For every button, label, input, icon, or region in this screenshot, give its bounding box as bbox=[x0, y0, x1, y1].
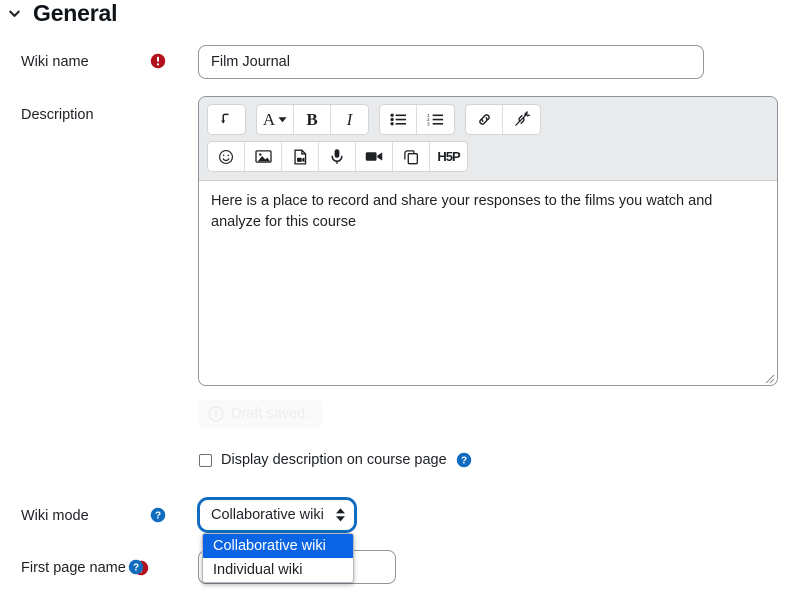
link-icon[interactable] bbox=[466, 105, 503, 134]
wiki-name-label: Wiki name bbox=[21, 54, 89, 70]
description-text: Here is a place to record and share your… bbox=[211, 193, 713, 230]
h5p-icon-label: H5P bbox=[437, 149, 460, 164]
svg-text:?: ? bbox=[133, 563, 139, 574]
resize-handle[interactable] bbox=[762, 370, 775, 384]
toolbar-row-2: H5P bbox=[207, 141, 769, 172]
info-circle-icon bbox=[208, 406, 224, 422]
toolbar-group-media: H5P bbox=[207, 141, 468, 172]
help-question-icon[interactable]: ? bbox=[150, 507, 166, 523]
chevron-down-icon[interactable] bbox=[6, 6, 22, 22]
toolbar-group-format: A B I bbox=[256, 104, 369, 135]
required-exclamation-icon bbox=[150, 53, 166, 69]
wiki-mode-focus-ring: Collaborative wiki bbox=[197, 497, 357, 533]
toolbar-group-expand bbox=[207, 104, 246, 135]
h5p-icon[interactable]: H5P bbox=[430, 142, 467, 171]
display-description-checkbox[interactable] bbox=[199, 453, 212, 467]
wiki-mode-selected-value: Collaborative wiki bbox=[211, 507, 324, 523]
wiki-mode-select[interactable]: Collaborative wiki bbox=[200, 500, 354, 530]
toolbar-group-link bbox=[465, 104, 541, 135]
wiki-settings-form: General Wiki name Description bbox=[0, 0, 788, 591]
text-style-icon[interactable]: A bbox=[257, 105, 294, 134]
svg-text:?: ? bbox=[155, 511, 161, 522]
media-file-icon[interactable] bbox=[282, 142, 319, 171]
general-section-header[interactable]: General bbox=[6, 2, 117, 25]
wiki-name-icons bbox=[150, 52, 198, 69]
wiki-mode-select-wrapper: Collaborative wiki Collaborative wiki In… bbox=[197, 497, 357, 583]
help-question-icon[interactable]: ? bbox=[128, 559, 144, 575]
page-title: General bbox=[33, 0, 118, 26]
svg-text:3: 3 bbox=[427, 122, 430, 127]
toolbar-row-1: A B I 1 2 3 bbox=[207, 104, 769, 135]
expand-toolbar-icon[interactable] bbox=[208, 105, 245, 134]
emoji-icon[interactable] bbox=[208, 142, 245, 171]
wiki-name-input[interactable] bbox=[198, 45, 704, 79]
description-label: Description bbox=[21, 107, 94, 123]
help-question-icon[interactable]: ? bbox=[456, 452, 472, 468]
italic-icon[interactable]: I bbox=[331, 105, 368, 134]
numbered-list-icon[interactable]: 1 2 3 bbox=[417, 105, 454, 134]
display-description-label: Display description on course page bbox=[221, 452, 447, 468]
wiki-mode-label: Wiki mode bbox=[21, 508, 89, 524]
wiki-mode-icons: ? bbox=[150, 506, 198, 523]
wiki-mode-option-collaborative[interactable]: Collaborative wiki bbox=[203, 534, 353, 558]
image-icon[interactable] bbox=[245, 142, 282, 171]
description-editable-area[interactable]: Here is a place to record and share your… bbox=[199, 180, 777, 385]
wiki-mode-row: Wiki mode ? bbox=[0, 506, 198, 526]
toolbar-group-lists: 1 2 3 bbox=[379, 104, 455, 135]
wiki-mode-option-individual[interactable]: Individual wiki bbox=[203, 558, 353, 582]
draft-saved-toast: Draft saved. bbox=[198, 400, 324, 428]
select-spinner-icon[interactable] bbox=[335, 508, 345, 522]
description-editor: A B I 1 2 3 H5P Here is a place to recor… bbox=[198, 96, 778, 386]
first-page-name-label: First page name bbox=[21, 560, 126, 576]
bold-icon[interactable]: B bbox=[294, 105, 331, 134]
manage-files-icon[interactable] bbox=[393, 142, 430, 171]
first-page-name-row: First page name ? bbox=[0, 558, 176, 578]
wiki-mode-dropdown-list[interactable]: Collaborative wiki Individual wiki bbox=[202, 533, 354, 583]
wiki-name-row: Wiki name bbox=[0, 52, 198, 72]
first-page-name-icons: ? bbox=[128, 558, 176, 575]
editor-toolbar: A B I 1 2 3 H5P bbox=[199, 97, 777, 180]
description-row: Description bbox=[0, 105, 150, 125]
display-description-row: Display description on course page ? bbox=[199, 452, 472, 468]
microphone-icon[interactable] bbox=[319, 142, 356, 171]
unlink-icon[interactable] bbox=[503, 105, 540, 134]
bulleted-list-icon[interactable] bbox=[380, 105, 417, 134]
svg-text:?: ? bbox=[461, 456, 467, 467]
draft-saved-text: Draft saved. bbox=[231, 406, 310, 422]
video-camera-icon[interactable] bbox=[356, 142, 393, 171]
